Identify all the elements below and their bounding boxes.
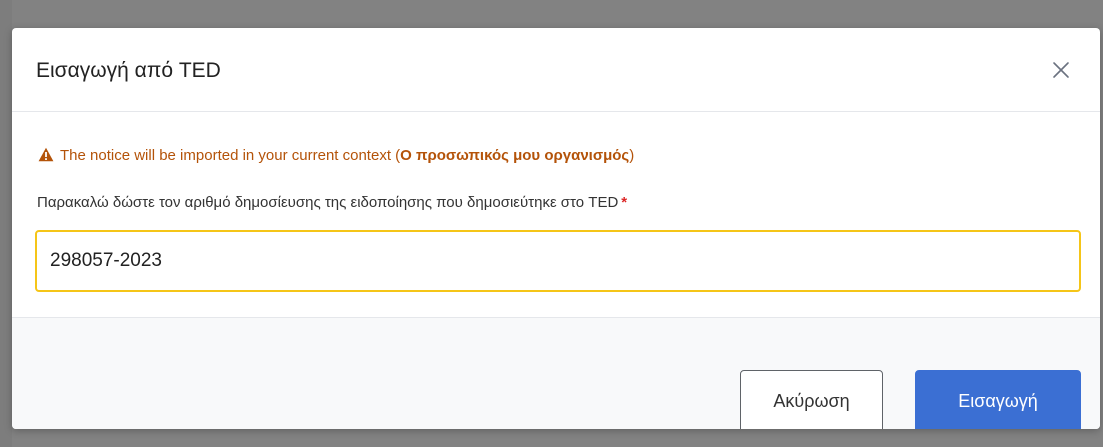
warning-text: The notice will be imported in your curr… [60,147,401,164]
dialog-title: Εισαγωγή από TED [36,59,221,82]
warning-triangle-icon [38,147,54,162]
import-button[interactable]: Εισαγωγή [915,370,1081,429]
publication-number-input[interactable] [50,232,1060,290]
dialog-body: The notice will be imported in your curr… [12,112,1100,317]
cancel-button[interactable]: Ακύρωση [740,370,883,429]
current-context-name: Ο προσωπικός μου οργανισμός [400,147,630,164]
warning-text-end: ) [629,147,635,164]
close-icon [1053,62,1069,78]
import-from-ted-dialog: Εισαγωγή από TED The notice will be impo… [12,28,1100,429]
required-marker: * [621,194,628,211]
publication-number-label: Παρακαλώ δώστε τον αριθμό δημοσίευσης τη… [37,193,627,213]
page-backdrop [0,0,12,447]
publication-number-field-wrapper [35,230,1081,292]
dialog-header: Εισαγωγή από TED [12,28,1100,112]
publication-number-label-text: Παρακαλώ δώστε τον αριθμό δημοσίευσης τη… [37,194,619,211]
context-warning: The notice will be imported in your curr… [38,146,634,166]
dialog-footer: Ακύρωση Εισαγωγή [12,317,1100,429]
close-button[interactable] [1050,59,1072,81]
